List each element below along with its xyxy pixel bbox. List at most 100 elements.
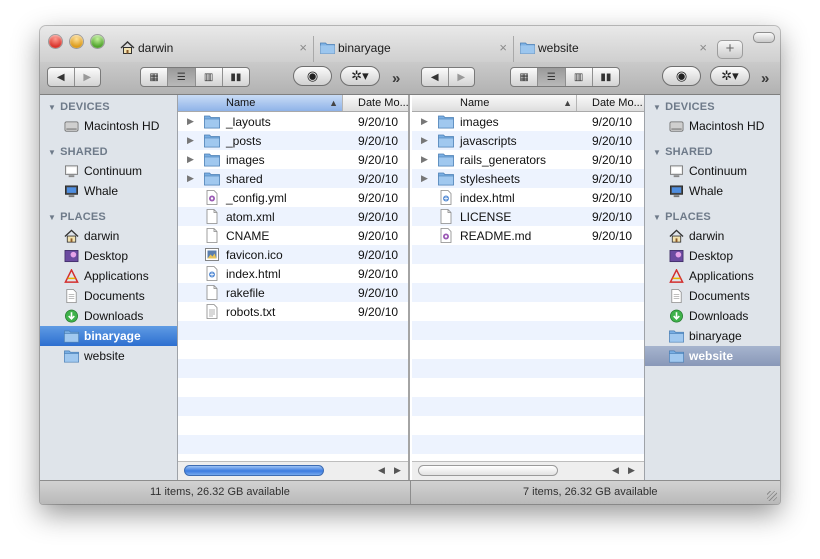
scrollbar-thumb[interactable]	[418, 465, 558, 476]
icon-view-button[interactable]: ▦	[511, 68, 537, 86]
tab-close-icon[interactable]: ×	[499, 40, 507, 55]
quick-look-button[interactable]: ◉	[293, 66, 332, 86]
file-row[interactable]: index.html 9/20/10	[178, 264, 408, 283]
name-column-header[interactable]: Name ▲	[178, 95, 343, 111]
sidebar-item-applications[interactable]: Applications	[40, 266, 177, 286]
collapse-triangle-icon[interactable]: ▼	[653, 103, 661, 112]
icon-view-button[interactable]: ▦	[141, 68, 167, 86]
horizontal-scrollbar[interactable]: ◀ ▶	[412, 461, 644, 480]
column-view-button[interactable]: ▥	[564, 68, 592, 86]
close-window-button[interactable]	[49, 35, 62, 48]
tab-binaryage[interactable]: binaryage ×	[313, 36, 513, 62]
sidebar-item-downloads[interactable]: Downloads	[40, 306, 177, 326]
disclosure-triangle-icon[interactable]: ▶	[187, 116, 194, 127]
sidebar-item-applications[interactable]: Applications	[645, 266, 780, 286]
scroll-left-icon[interactable]: ◀	[378, 465, 385, 476]
disclosure-triangle-icon[interactable]: ▶	[187, 154, 194, 165]
file-row[interactable]: favicon.ico 9/20/10	[178, 245, 408, 264]
date-column-header[interactable]: Date Mo...	[344, 95, 408, 111]
action-menu-button[interactable]: ✲▾	[340, 66, 380, 86]
folder-row[interactable]: ▶ rails_generators 9/20/10	[412, 150, 644, 169]
scrollbar-thumb[interactable]	[184, 465, 324, 476]
file-row[interactable]: _config.yml 9/20/10	[178, 188, 408, 207]
name-column-header[interactable]: Name ▲	[412, 95, 577, 111]
disclosure-triangle-icon[interactable]: ▶	[187, 173, 194, 184]
sidebar-item-macintosh-hd[interactable]: Macintosh HD	[645, 116, 780, 136]
new-tab-button[interactable]: +	[717, 40, 743, 59]
sidebar-item-darwin[interactable]: darwin	[645, 226, 780, 246]
sidebar-item-documents[interactable]: Documents	[40, 286, 177, 306]
folder-row[interactable]: ▶ images 9/20/10	[412, 112, 644, 131]
sidebar-section-shared[interactable]: ▼ SHARED	[653, 146, 713, 158]
scroll-left-icon[interactable]: ◀	[612, 465, 619, 476]
collapse-triangle-icon[interactable]: ▼	[653, 148, 661, 157]
scroll-right-icon[interactable]: ▶	[628, 465, 635, 476]
folder-row[interactable]: ▶ _posts 9/20/10	[178, 131, 408, 150]
sidebar-item-website[interactable]: website	[40, 346, 177, 366]
sidebar-item-documents[interactable]: Documents	[645, 286, 780, 306]
disclosure-triangle-icon[interactable]: ▶	[421, 135, 428, 146]
tab-close-icon[interactable]: ×	[699, 40, 707, 55]
coverflow-view-button[interactable]: ▮▮	[591, 68, 619, 86]
folder-row[interactable]: ▶ shared 9/20/10	[178, 169, 408, 188]
toolbar-toggle-button[interactable]	[753, 32, 775, 43]
sidebar-item-continuum[interactable]: Continuum	[645, 161, 780, 181]
disclosure-triangle-icon[interactable]: ▶	[421, 154, 428, 165]
sidebar-item-macintosh-hd[interactable]: Macintosh HD	[40, 116, 177, 136]
sidebar-section-devices[interactable]: ▼ DEVICES	[653, 101, 715, 113]
sidebar-item-website[interactable]: website	[645, 346, 780, 366]
disclosure-triangle-icon[interactable]: ▶	[421, 116, 428, 127]
minimize-window-button[interactable]	[70, 35, 83, 48]
folder-row[interactable]: ▶ javascripts 9/20/10	[412, 131, 644, 150]
tab-close-icon[interactable]: ×	[299, 40, 307, 55]
sidebar-item-desktop[interactable]: Desktop	[645, 246, 780, 266]
collapse-triangle-icon[interactable]: ▼	[48, 103, 56, 112]
coverflow-view-button[interactable]: ▮▮	[221, 68, 249, 86]
back-button[interactable]: ◀	[48, 68, 74, 86]
file-row[interactable]: atom.xml 9/20/10	[178, 207, 408, 226]
zoom-window-button[interactable]	[91, 35, 104, 48]
sidebar-item-continuum[interactable]: Continuum	[40, 161, 177, 181]
file-row[interactable]: CNAME 9/20/10	[178, 226, 408, 245]
file-row[interactable]: README.md 9/20/10	[412, 226, 644, 245]
folder-row[interactable]: ▶ stylesheets 9/20/10	[412, 169, 644, 188]
date-column-header[interactable]: Date Mo...	[578, 95, 643, 111]
toolbar-overflow-icon[interactable]: »	[392, 70, 401, 87]
forward-button[interactable]: ▶	[73, 68, 101, 86]
column-view-button[interactable]: ▥	[194, 68, 222, 86]
scroll-right-icon[interactable]: ▶	[394, 465, 401, 476]
collapse-triangle-icon[interactable]: ▼	[48, 213, 56, 222]
collapse-triangle-icon[interactable]: ▼	[48, 148, 56, 157]
sidebar-section-devices[interactable]: ▼ DEVICES	[48, 101, 110, 113]
sidebar-section-places[interactable]: ▼ PLACES	[653, 211, 711, 223]
disclosure-triangle-icon[interactable]: ▶	[421, 173, 428, 184]
folder-row[interactable]: ▶ images 9/20/10	[178, 150, 408, 169]
list-view-button[interactable]: ☰	[167, 68, 195, 86]
list-view-button[interactable]: ☰	[537, 68, 565, 86]
sidebar-item-whale[interactable]: Whale	[645, 181, 780, 201]
file-row[interactable]: index.html 9/20/10	[412, 188, 644, 207]
forward-button[interactable]: ▶	[447, 68, 475, 86]
sidebar-item-downloads[interactable]: Downloads	[645, 306, 780, 326]
collapse-triangle-icon[interactable]: ▼	[653, 213, 661, 222]
file-row[interactable]: LICENSE 9/20/10	[412, 207, 644, 226]
folder-row[interactable]: ▶ _layouts 9/20/10	[178, 112, 408, 131]
horizontal-scrollbar[interactable]: ◀ ▶	[178, 461, 408, 480]
quick-look-button[interactable]: ◉	[662, 66, 701, 86]
sidebar-item-darwin[interactable]: darwin	[40, 226, 177, 246]
disclosure-triangle-icon[interactable]: ▶	[187, 135, 194, 146]
sidebar-section-shared[interactable]: ▼ SHARED	[48, 146, 108, 158]
sidebar-section-places[interactable]: ▼ PLACES	[48, 211, 106, 223]
action-menu-button[interactable]: ✲▾	[710, 66, 750, 86]
file-row[interactable]: robots.txt 9/20/10	[178, 302, 408, 321]
sidebar-item-whale[interactable]: Whale	[40, 181, 177, 201]
sidebar-item-binaryage[interactable]: binaryage	[40, 326, 177, 346]
tab-darwin[interactable]: darwin ×	[114, 36, 313, 62]
resize-grip-icon[interactable]	[767, 491, 777, 501]
tab-website[interactable]: website ×	[513, 36, 713, 62]
sidebar-item-binaryage[interactable]: binaryage	[645, 326, 780, 346]
file-row[interactable]: rakefile 9/20/10	[178, 283, 408, 302]
toolbar-overflow-icon[interactable]: »	[761, 70, 770, 87]
sidebar-item-desktop[interactable]: Desktop	[40, 246, 177, 266]
back-button[interactable]: ◀	[422, 68, 448, 86]
